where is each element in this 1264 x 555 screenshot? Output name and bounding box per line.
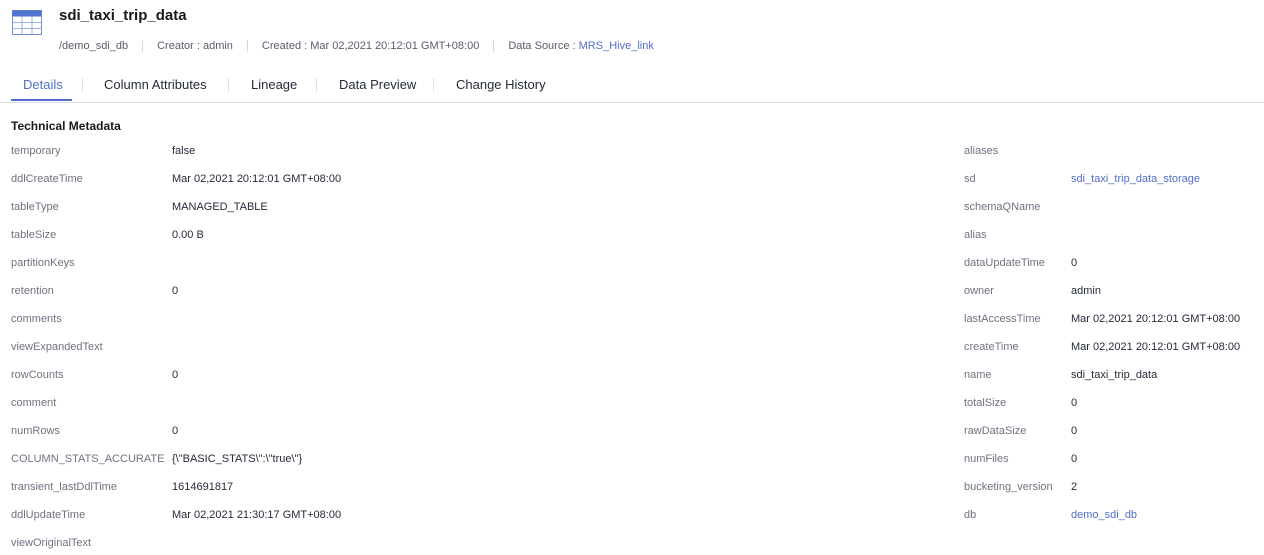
- tab-change-history[interactable]: Change History: [456, 77, 546, 92]
- metadata-value: {\"BASIC_STATS\":\"true\"}: [172, 453, 303, 465]
- metadata-key: numRows: [11, 425, 60, 437]
- metadata-key: temporary: [11, 145, 61, 157]
- metadata-key: comments: [11, 313, 62, 325]
- metadata-value: Mar 02,2021 20:12:01 GMT+08:00: [1071, 313, 1241, 325]
- metadata-key: partitionKeys: [11, 257, 75, 269]
- metadata-value: 0: [1071, 425, 1078, 437]
- meta-divider: [493, 40, 495, 52]
- metadata-value: 1614691817: [172, 481, 234, 493]
- meta-bar: /demo_sdi_db Creator : admin Created : M…: [59, 39, 654, 53]
- metadata-key: tableSize: [11, 229, 57, 241]
- metadata-key: viewExpandedText: [11, 341, 103, 353]
- metadata-value: 0: [172, 285, 179, 297]
- metadata-key: retention: [11, 285, 54, 297]
- metadata-row: tableType MANAGED_TABLE: [0, 198, 1264, 218]
- metadata-key: rowCounts: [11, 369, 64, 381]
- meta-divider: [246, 40, 248, 52]
- metadata-value: 0: [1071, 453, 1078, 465]
- tab-data-preview[interactable]: Data Preview: [339, 77, 416, 92]
- metadata-value: Mar 02,2021 20:12:01 GMT+08:00: [1071, 341, 1241, 353]
- tab-lineage[interactable]: Lineage: [251, 77, 297, 92]
- metadata-value: Mar 02,2021 20:12:01 GMT+08:00: [172, 173, 342, 185]
- metadata-key: viewOriginalText: [11, 537, 92, 549]
- metadata-row: viewOriginalText: [0, 534, 1264, 554]
- metadata-key: ddlUpdateTime: [11, 509, 86, 521]
- data-source-link[interactable]: MRS_Hive_link: [579, 40, 654, 52]
- metadata-row: tableSize 0.00 B: [0, 226, 1264, 246]
- metadata-value: 0.00 B: [172, 229, 204, 241]
- metadata-value: 0: [172, 425, 179, 437]
- tab-column-attributes[interactable]: Column Attributes: [104, 77, 207, 92]
- metadata-key: comment: [11, 397, 57, 409]
- creator-info: Creator : admin: [157, 40, 233, 52]
- tab-details[interactable]: Details: [23, 77, 63, 92]
- metadata-key: tableType: [11, 201, 59, 213]
- metadata-link[interactable]: demo_sdi_db: [1071, 509, 1137, 521]
- metadata-value: 0: [172, 369, 179, 381]
- section-title: Technical Metadata: [11, 119, 121, 133]
- active-tab-indicator: [11, 99, 72, 101]
- metadata-value: 0: [1071, 397, 1078, 409]
- database-path: /demo_sdi_db: [59, 40, 129, 52]
- meta-divider: [142, 40, 144, 52]
- metadata-row: temporary false: [0, 142, 1264, 162]
- metadata-value: 2: [1071, 481, 1078, 493]
- tab-divider: [82, 78, 83, 92]
- metadata-key: transient_lastDdlTime: [11, 481, 117, 493]
- metadata-value: 0: [1071, 257, 1078, 269]
- tab-divider: [228, 78, 229, 92]
- tab-divider: [433, 78, 434, 92]
- metadata-key: ddlCreateTime: [11, 173, 83, 185]
- page-title: sdi_taxi_trip_data: [59, 7, 187, 24]
- metadata-link[interactable]: sdi_taxi_trip_data_storage: [1071, 173, 1200, 185]
- data-source-label: Data Source :: [508, 40, 579, 52]
- created-info: Created : Mar 02,2021 20:12:01 GMT+08:00: [261, 40, 480, 52]
- metadata-value: Mar 02,2021 21:30:17 GMT+08:00: [172, 509, 342, 521]
- tab-bar: Details Column Attributes Lineage Data P…: [0, 70, 1264, 103]
- page-header: sdi_taxi_trip_data /demo_sdi_db Creator …: [0, 0, 1264, 70]
- metadata-key: COLUMN_STATS_ACCURATE: [11, 453, 165, 465]
- metadata-value: MANAGED_TABLE: [172, 201, 268, 213]
- table-icon: [12, 10, 42, 35]
- tab-divider: [316, 78, 317, 92]
- metadata-value: admin: [1071, 285, 1101, 297]
- metadata-value: sdi_taxi_trip_data: [1071, 369, 1158, 381]
- metadata-value: false: [172, 145, 196, 157]
